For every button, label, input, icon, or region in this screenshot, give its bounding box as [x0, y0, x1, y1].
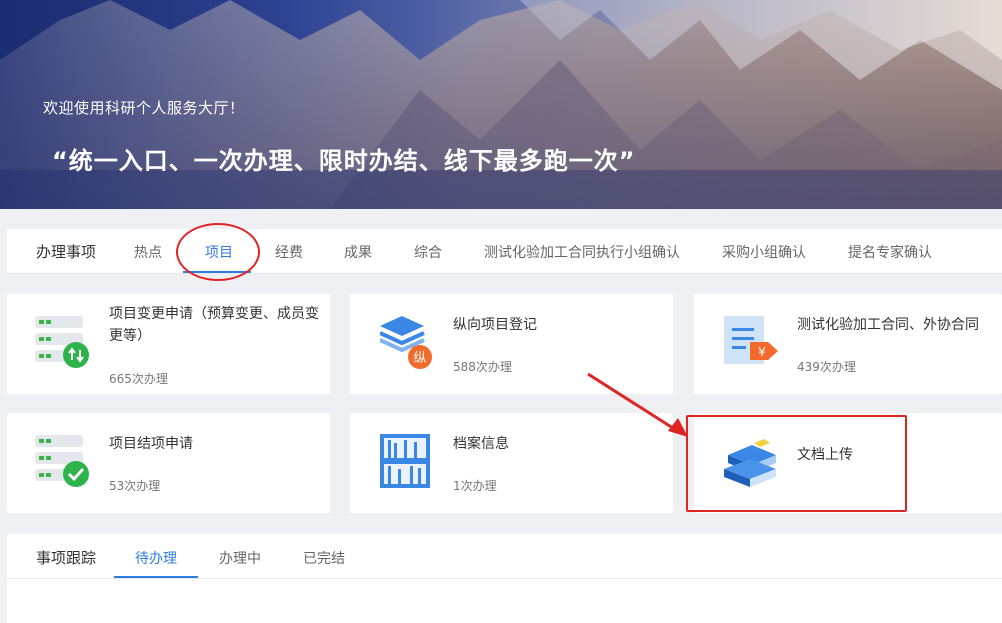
document-yuan-icon: ¥ — [724, 316, 778, 364]
card-count: 439次办理 — [797, 360, 856, 374]
server-check-icon — [35, 435, 89, 487]
card-title: 测试化验加工合同、外协合同 — [797, 317, 979, 333]
card-count: 588次办理 — [453, 360, 512, 374]
annotation-box — [686, 415, 907, 512]
tracking-title: 事项跟踪 — [36, 549, 97, 567]
tab-pending[interactable]: 待办理 — [135, 548, 177, 568]
card-project-completion[interactable]: 项目结项申请 53次办理 — [7, 413, 330, 513]
tab-general[interactable]: 综合 — [414, 242, 442, 262]
server-update-icon — [35, 316, 89, 368]
tracking-panel: 事项跟踪 待办理 办理中 已完结 — [7, 534, 1002, 623]
section-title: 办理事项 — [36, 243, 97, 261]
tab-expert-nomination[interactable]: 提名专家确认 — [848, 242, 932, 262]
card-project-change[interactable]: 项目变更申请（预算变更、成员变 更等） 665次办理 — [7, 294, 330, 394]
layers-badge-icon: 纵 — [380, 316, 432, 369]
divider — [7, 578, 1002, 579]
annotation-circle — [176, 223, 260, 281]
welcome-text: 欢迎使用科研个人服务大厅！ — [43, 99, 245, 117]
card-count: 1次办理 — [453, 479, 497, 493]
slogan-text: “统一入口、一次办理、限时办结、线下最多跑一次” — [52, 147, 636, 175]
svg-text:¥: ¥ — [758, 345, 766, 359]
tab-hot[interactable]: 热点 — [134, 242, 162, 262]
tab-achievements[interactable]: 成果 — [344, 242, 372, 262]
tab-procurement-confirm[interactable]: 采购小组确认 — [722, 242, 806, 262]
card-count: 665次办理 — [109, 372, 168, 386]
svg-text:纵: 纵 — [413, 351, 426, 366]
card-title: 项目结项申请 — [109, 436, 193, 452]
hero-banner: 欢迎使用科研个人服务大厅！ “统一入口、一次办理、限时办结、线下最多跑一次” — [0, 0, 1002, 209]
tab-test-contract-confirm[interactable]: 测试化验加工合同执行小组确认 — [484, 242, 680, 262]
tab-funding[interactable]: 经费 — [275, 242, 303, 262]
archive-shelf-icon — [380, 434, 430, 488]
tab-completed[interactable]: 已完结 — [303, 548, 345, 568]
service-tabs-bar: 办理事项 热点 项目 经费 成果 综合 测试化验加工合同执行小组确认 采购小组确… — [7, 229, 1002, 274]
card-test-contract[interactable]: ¥ 测试化验加工合同、外协合同 439次办理 — [694, 294, 1002, 394]
card-title: 项目变更申请（预算变更、成员变 更等） — [109, 306, 319, 344]
card-title: 纵向项目登记 — [453, 317, 537, 333]
card-title: 档案信息 — [453, 436, 509, 452]
card-count: 53次办理 — [109, 479, 161, 493]
annotation-arrow — [587, 372, 688, 437]
tab-in-progress[interactable]: 办理中 — [219, 548, 261, 568]
